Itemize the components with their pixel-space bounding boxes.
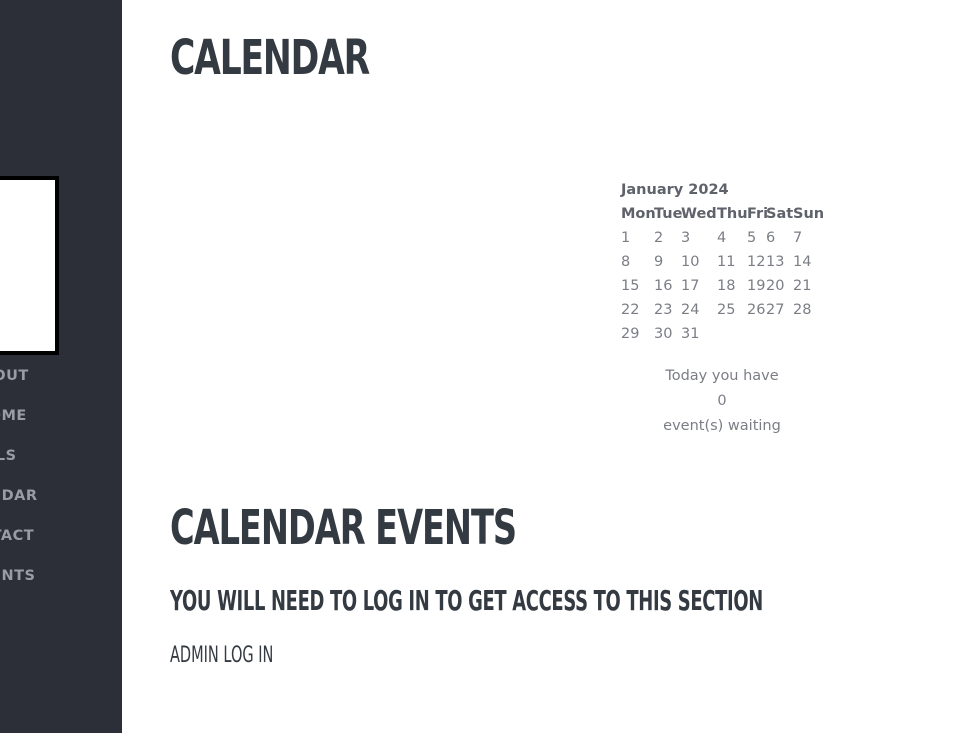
calendar-week-row: 29 30 31 [621,324,729,348]
events-section-title: CALENDAR EVENTS [170,500,517,556]
nav-item-label: HOME [0,408,27,424]
nav-item-events[interactable]: EVENTS [0,568,122,584]
events-summary-line1: Today you have [665,368,779,384]
calendar-day[interactable]: 1 [621,228,630,248]
calendar-day[interactable]: 26 [747,300,765,320]
nav-item-home[interactable]: HOME [0,408,122,424]
calendar-day[interactable]: 13 [766,252,784,272]
weekday-label: Tue [654,206,683,222]
calendar-day[interactable]: 28 [793,300,811,320]
calendar-day[interactable]: 16 [654,276,672,296]
calendar-day[interactable]: 21 [793,276,811,296]
nav-item-details[interactable]: DETAILS [0,448,122,464]
events-summary: Today you have 0 event(s) waiting [632,364,812,439]
weekday-label: Wed [681,206,717,222]
login-notice: YOU WILL NEED TO LOG IN TO GET ACCESS TO… [170,584,763,617]
weekday-label: Mon [621,206,656,222]
calendar-day[interactable]: 4 [717,228,726,248]
calendar-day[interactable]: 10 [681,252,699,272]
calendar-week-row: 22 23 24 25 26 27 28 [621,300,811,324]
calendar-day[interactable]: 5 [747,228,756,248]
calendar-day[interactable]: 20 [766,276,784,296]
weekday-label: Fri [747,206,769,222]
nav-item-contact[interactable]: CONTACT [0,528,122,544]
calendar-day[interactable]: 30 [654,324,672,344]
calendar-day[interactable]: 31 [681,324,699,344]
nav-item-label: DETAILS [0,448,17,464]
events-count: 0 [717,393,727,409]
events-summary-line2: event(s) waiting [663,418,781,434]
calendar-day[interactable]: 2 [654,228,663,248]
weekday-label: Sun [793,206,825,222]
calendar-day[interactable]: 19 [747,276,765,296]
nav-item-calendar[interactable]: CALENDAR [0,488,122,504]
calendar-day[interactable]: 12 [747,252,765,272]
nav-item-label: ABOUT [0,368,29,384]
calendar-month: January 2024 [621,182,729,198]
calendar-day[interactable]: 22 [621,300,639,320]
calendar-widget: January 2024 Mon Tue Wed Thu Fri Sat Sun… [621,180,824,348]
calendar-day[interactable]: 14 [793,252,811,272]
nav-item-about[interactable]: ABOUT [0,368,122,384]
weekday-label: Thu [717,206,748,222]
nav-item-label: EVENTS [0,568,36,584]
calendar-day[interactable]: 6 [766,228,775,248]
calendar-day[interactable]: 23 [654,300,672,320]
logo-image[interactable] [0,176,59,355]
calendar-week-row: 8 9 10 11 12 13 14 [621,252,811,276]
calendar-day[interactable]: 29 [621,324,639,344]
calendar-day[interactable]: 25 [717,300,735,320]
calendar-week-row: 1 2 3 4 5 6 7 [621,228,802,252]
calendar-day[interactable]: 11 [717,252,735,272]
calendar-weekday-row: Mon Tue Wed Thu Fri Sat Sun [621,204,824,228]
page-title: CALENDAR [170,30,370,86]
calendar-day[interactable]: 18 [717,276,735,296]
main-content: CALENDAR January 2024 Mon Tue Wed Thu Fr… [170,0,976,733]
sidebar: ABOUT HOME DETAILS CALENDAR CONTACT EVEN… [0,0,122,733]
calendar-day[interactable]: 17 [681,276,699,296]
calendar-day[interactable]: 3 [681,228,690,248]
calendar-day[interactable]: 9 [654,252,663,272]
nav-item-label: CALENDAR [0,488,38,504]
admin-login-link[interactable]: ADMIN LOG IN [170,643,273,668]
calendar-day[interactable]: 7 [793,228,802,248]
calendar-day[interactable]: 8 [621,252,630,272]
calendar-day[interactable]: 24 [681,300,699,320]
calendar-day[interactable]: 27 [766,300,784,320]
calendar-week-row: 15 16 17 18 19 20 21 [621,276,811,300]
nav-item-label: CONTACT [0,528,35,544]
calendar-day[interactable]: 15 [621,276,639,296]
weekday-label: Sat [766,206,794,222]
